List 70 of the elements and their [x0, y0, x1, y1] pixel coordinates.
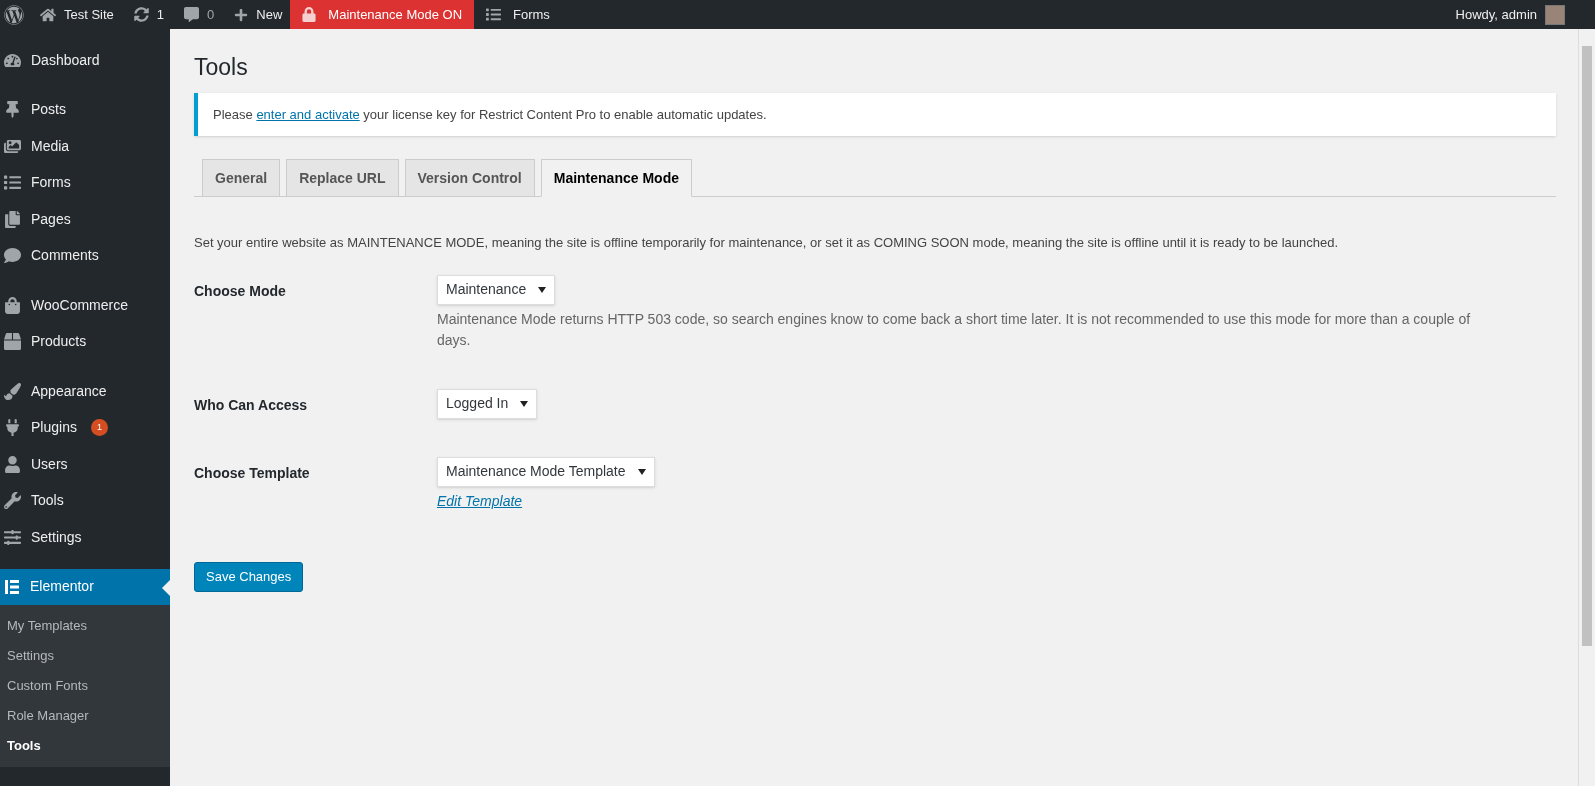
tab[interactable]: General [202, 159, 281, 198]
submenu-item[interactable]: Custom Fonts [0, 671, 170, 701]
sidebar-item[interactable]: Settings [0, 519, 170, 556]
submenu-item[interactable]: Tools [0, 731, 170, 761]
submenu-item[interactable]: My Templates [0, 611, 170, 641]
sidebar-item[interactable]: Dashboard [0, 42, 170, 79]
caret-icon [520, 400, 529, 407]
account-link[interactable]: Howdy, admin [1455, 0, 1595, 29]
box-icon [4, 333, 21, 351]
wrench-icon [4, 492, 21, 510]
submenu-item[interactable]: Role Manager [0, 701, 170, 731]
field-label: Choose Template [194, 463, 311, 483]
tab[interactable]: Replace URL [286, 159, 399, 198]
submenu-item[interactable]: Settings [0, 641, 170, 671]
site-link[interactable]: Test Site [28, 0, 126, 29]
home-icon [40, 6, 56, 23]
logo-icon[interactable] [4, 4, 24, 25]
sidebar-item[interactable]: Forms [0, 164, 170, 201]
speech-bubble-icon [184, 7, 200, 22]
sidebar-item[interactable]: Elementor [0, 568, 170, 605]
tab[interactable]: Version Control [404, 159, 535, 198]
sidebar-item[interactable]: Comments [0, 237, 170, 274]
caret-icon [538, 286, 547, 293]
comments-link[interactable]: 0 [172, 0, 227, 29]
list-icon [4, 174, 21, 192]
sidebar-item[interactable]: Tools [0, 482, 170, 519]
avatar [1545, 4, 1565, 25]
plus-icon [234, 7, 249, 22]
paintbrush-icon [4, 382, 21, 400]
field-description: Maintenance Mode returns HTTP 503 code, so search engines know to come back a short time later. It is not recommended to use this mode for more than a couple of days. [437, 309, 1472, 350]
user-icon [4, 455, 21, 473]
sliders-icon [4, 528, 21, 546]
plug-icon [4, 419, 21, 437]
speech-bubble-icon [4, 247, 21, 265]
dropdown[interactable]: Maintenance Mode Template [437, 456, 655, 487]
intro-text: Set your entire website as MAINTENANCE MODE, meaning the site is offline temporarily for maintenance, or set it as COMING SOON mode, meaning the site is offline until it is ready to be launched. [194, 234, 1339, 253]
pin-icon [4, 101, 21, 119]
sidebar-item[interactable]: Users [0, 446, 170, 483]
bag-icon [4, 296, 21, 314]
pages-icon [4, 210, 21, 228]
current-pointer [162, 579, 170, 596]
edit-template-link[interactable]: Edit Template [437, 490, 523, 512]
images-icon [4, 137, 21, 155]
elementor-icon [4, 578, 20, 595]
sidebar-item[interactable]: Media [0, 128, 170, 165]
notice-link[interactable]: enter and activate [256, 106, 360, 122]
list-icon [486, 7, 502, 22]
sidebar-item[interactable]: WooCommerce [0, 287, 170, 324]
sidebar-item[interactable]: Pages [0, 201, 170, 238]
gauge-icon [4, 51, 21, 69]
padlock-icon [302, 7, 317, 22]
tab[interactable]: Maintenance Mode [540, 159, 692, 198]
sidebar-item[interactable]: Posts [0, 91, 170, 128]
new-link[interactable]: New [226, 0, 291, 29]
count-badge: 1 [90, 419, 108, 437]
page-title: Tools [194, 53, 249, 82]
updates-link[interactable]: 1 [125, 0, 173, 29]
dropdown[interactable]: Logged In [437, 388, 538, 419]
notice: Please enter and activate your license key for Restrict Content Pro to enable automatic updates. [194, 92, 1556, 137]
dropdown[interactable]: Maintenance [437, 274, 556, 305]
save-button[interactable]: Save Changes [194, 561, 304, 592]
sidebar-item[interactable]: Plugins 1 [0, 409, 170, 446]
sidebar-item[interactable]: Products [0, 323, 170, 360]
field-label: Choose Mode [194, 281, 287, 301]
field-label: Who Can Access [194, 395, 309, 415]
maintenance-mode-link[interactable]: Maintenance Mode ON [290, 0, 475, 29]
forms-link[interactable]: Forms [474, 0, 562, 29]
caret-icon [637, 468, 646, 475]
sidebar-item[interactable]: Appearance [0, 373, 170, 410]
refresh-icon [133, 7, 149, 22]
